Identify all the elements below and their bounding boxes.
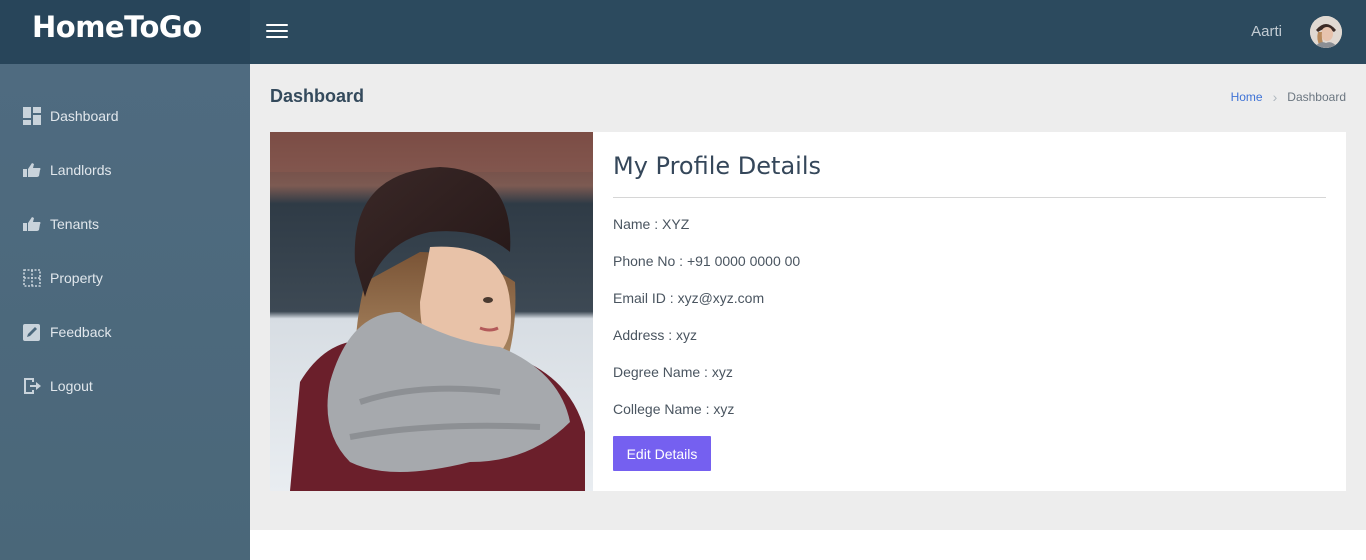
logout-icon [24,378,41,394]
sidebar-item-landlords[interactable]: Landlords [22,158,112,182]
breadcrumb-current: Dashboard [1287,90,1346,104]
sidebar-item-property[interactable]: Property [22,266,103,290]
user-name[interactable]: Aarti [1251,23,1282,40]
page-title: Dashboard [270,86,365,106]
profile-field-name: Name : XYZ [613,216,690,232]
sidebar-item-label: Feedback [50,324,112,340]
profile-field-address: Address : xyz [613,327,698,343]
breadcrumb: Home › Dashboard [1231,90,1346,104]
divider [613,197,1326,198]
avatar[interactable] [1310,16,1342,48]
sidebar-item-label: Tenants [50,216,100,232]
edit-details-button[interactable]: Edit Details [613,436,711,471]
breadcrumb-home-link[interactable]: Home [1231,90,1263,104]
menu-toggle-icon[interactable] [266,24,288,40]
profile-field-phone: Phone No : +91 0000 0000 00 [613,253,801,269]
sidebar-item-dashboard[interactable]: Dashboard [22,104,119,128]
brand-area: HomeToGo [0,0,250,64]
sidebar-item-label: Landlords [50,162,112,178]
top-bar: HomeToGo Aarti [0,0,1366,64]
sidebar-item-logout[interactable]: Logout [22,374,93,398]
profile-field-college: College Name : xyz [613,401,735,417]
thumbs-up-icon [23,163,41,177]
sidebar-item-label: Property [50,270,103,286]
edit-icon [23,324,40,341]
chevron-right-icon: › [1272,89,1278,105]
profile-title: My Profile Details [613,152,821,180]
footer [250,530,1366,560]
grid-icon [23,269,41,287]
profile-details: My Profile Details Name : XYZ Phone No :… [613,132,1326,491]
profile-field-degree: Degree Name : xyz [613,364,733,380]
thumbs-up-icon [23,217,41,231]
sidebar-item-tenants[interactable]: Tenants [22,212,99,236]
profile-field-email: Email ID : xyz@xyz.com [613,290,765,306]
profile-photo [270,132,593,491]
sidebar: Dashboard Landlords Tenants Property Fee… [0,64,250,560]
brand-logo[interactable]: HomeToGo [32,10,202,44]
sidebar-item-feedback[interactable]: Feedback [22,320,111,344]
dashboard-icon [23,107,41,125]
sidebar-item-label: Dashboard [50,108,119,124]
sidebar-item-label: Logout [50,378,93,394]
profile-card: My Profile Details Name : XYZ Phone No :… [270,132,1346,491]
